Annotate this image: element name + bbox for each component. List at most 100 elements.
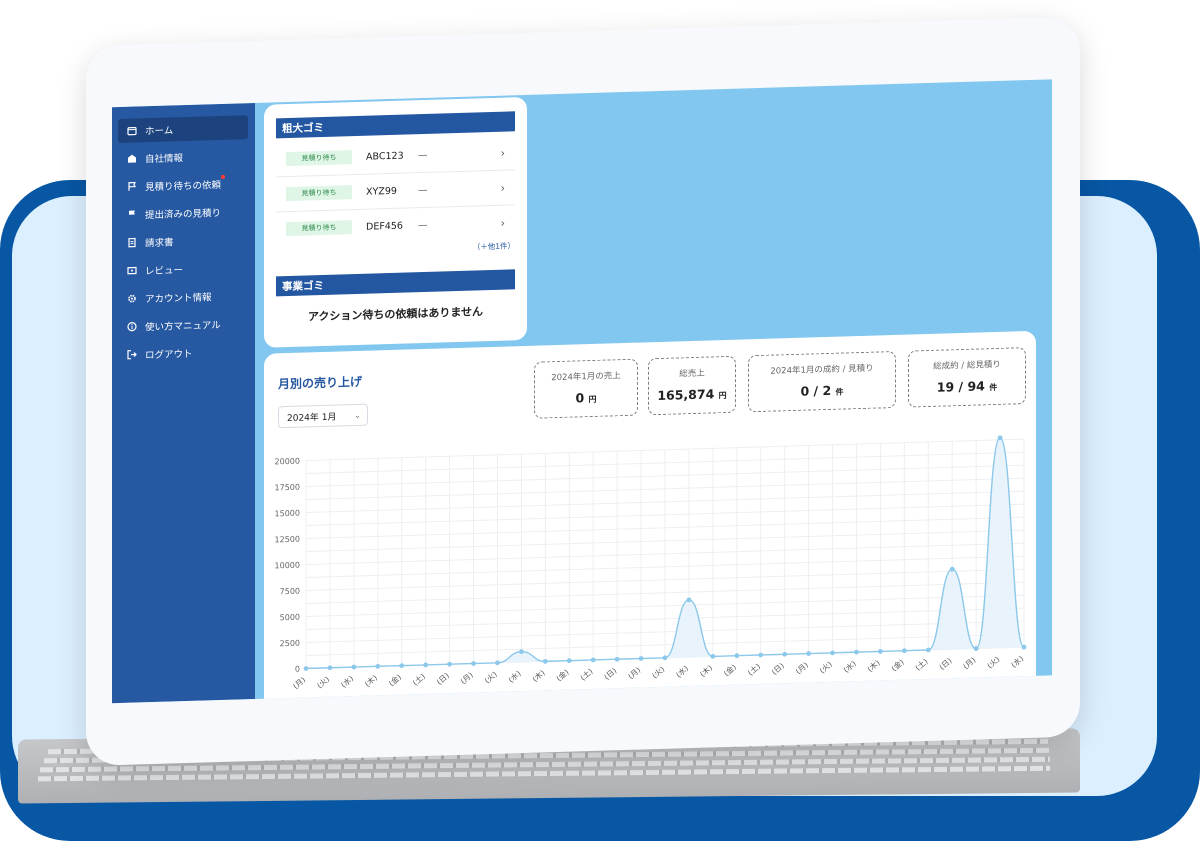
stat-unit: 件 xyxy=(835,387,844,397)
data-point xyxy=(782,651,788,657)
x-tick-label: (日) xyxy=(770,661,786,677)
sidebar-item-submitted-quotes[interactable]: 提出済みの見積り xyxy=(118,199,248,227)
chevron-right-icon: › xyxy=(500,146,505,160)
stat-label: 2024年1月の売上 xyxy=(551,371,621,384)
sidebar-item-label: アカウント情報 xyxy=(145,292,212,306)
sales-chart: 20000175001500012500100007500500025000(月… xyxy=(275,435,1027,691)
sidebar-item-manual[interactable]: 使い方マニュアル xyxy=(118,311,248,339)
stat-value: 19 / 94 xyxy=(936,378,985,395)
stat-value-wrap: 165,874 円 xyxy=(649,386,735,404)
data-point xyxy=(566,658,572,664)
y-tick-label: 0 xyxy=(295,665,300,674)
sidebar: ホーム 自社情報 見積り待ちの依頼 提出済みの見積り 請求書 レビュー アカウン… xyxy=(112,102,255,704)
data-point xyxy=(901,648,907,654)
request-id: XYZ99 xyxy=(366,185,397,198)
chevron-right-icon: › xyxy=(500,181,505,195)
sidebar-item-company-info[interactable]: 自社情報 xyxy=(118,143,248,171)
sales-title: 月別の売り上げ xyxy=(278,374,363,392)
sidebar-item-label: レビュー xyxy=(145,265,184,278)
request-id: ABC123 xyxy=(366,150,404,163)
section-header-sodai-gomi: 粗大ゴミ xyxy=(276,111,515,139)
request-row[interactable]: 見積り待ち DEF456 — › xyxy=(276,205,515,246)
data-point xyxy=(734,653,740,659)
building-icon xyxy=(126,153,137,164)
data-point xyxy=(495,660,500,666)
sidebar-item-label: 自社情報 xyxy=(145,153,184,166)
stat-value: 165,874 xyxy=(657,386,715,404)
sidebar-item-label: 使い方マニュアル xyxy=(145,320,221,334)
flag-icon xyxy=(126,209,137,220)
data-point xyxy=(399,663,405,669)
x-tick-label: (日) xyxy=(937,656,953,672)
garbage-requests-card: 粗大ゴミ 見積り待ち ABC123 — › 見積り待ち XYZ99 — › 見積… xyxy=(264,96,527,348)
empty-message: アクション待ちの依頼はありません xyxy=(307,305,484,324)
stat-value-wrap: 0 円 xyxy=(535,389,637,407)
y-tick-label: 20000 xyxy=(275,457,300,467)
sidebar-item-label: ログアウト xyxy=(145,348,193,362)
x-tick-label: (金) xyxy=(721,662,738,678)
y-tick-label: 12500 xyxy=(275,535,300,545)
more-requests-link[interactable]: （＋他1件） xyxy=(473,240,515,252)
x-tick-label: (日) xyxy=(602,666,618,682)
data-point xyxy=(447,661,453,667)
stat-total-sales: 総売上 165,874 円 xyxy=(648,355,736,416)
data-point xyxy=(710,653,716,659)
stat-label: 2024年1月の成約 / 見積り xyxy=(770,363,874,377)
stat-month-contracts: 2024年1月の成約 / 見積り 0 / 2 件 xyxy=(748,350,896,413)
sidebar-item-reviews[interactable]: レビュー xyxy=(118,255,248,283)
data-point xyxy=(542,658,548,664)
x-tick-label: (金) xyxy=(554,667,571,683)
request-detail: — xyxy=(418,149,428,161)
month-select-value: 2024年 1月 xyxy=(287,412,337,424)
y-tick-label: 10000 xyxy=(275,561,300,571)
x-tick-label: (金) xyxy=(889,657,906,673)
section-header-jigyo-gomi: 事業ゴミ xyxy=(276,269,515,297)
request-detail: — xyxy=(418,184,428,196)
data-point xyxy=(471,661,476,666)
data-point xyxy=(806,651,811,656)
stat-value-wrap: 0 / 2 件 xyxy=(749,381,895,400)
x-tick-label: (月) xyxy=(961,655,977,671)
review-icon xyxy=(126,265,137,276)
x-tick-label: (水) xyxy=(338,673,355,689)
x-tick-label: (水) xyxy=(506,668,523,684)
stat-month-sales: 2024年1月の売上 0 円 xyxy=(534,358,638,419)
app-screen: ホーム 自社情報 見積り待ちの依頼 提出済みの見積り 請求書 レビュー アカウン… xyxy=(112,79,1052,704)
data-point xyxy=(973,646,979,651)
data-point xyxy=(327,665,333,671)
data-point xyxy=(423,662,429,668)
month-select[interactable]: 2024年 1月 ⌄ xyxy=(278,403,368,429)
x-tick-label: (木) xyxy=(865,657,882,673)
x-tick-label: (木) xyxy=(530,667,547,683)
notification-dot xyxy=(221,174,225,179)
stat-total-contracts: 総成約 / 総見積り 19 / 94 件 xyxy=(908,347,1026,408)
data-point xyxy=(662,655,668,661)
sidebar-item-home[interactable]: ホーム xyxy=(118,115,248,144)
x-tick-label: (火) xyxy=(818,660,834,676)
sidebar-item-pending-requests[interactable]: 見積り待ちの依頼 xyxy=(118,171,248,199)
data-point xyxy=(590,657,596,663)
status-badge: 見積り待ち xyxy=(286,220,352,237)
x-tick-label: (土) xyxy=(410,671,427,687)
sidebar-item-invoices[interactable]: 請求書 xyxy=(118,227,248,255)
y-tick-label: 17500 xyxy=(275,483,300,493)
x-tick-label: (火) xyxy=(483,670,499,686)
x-tick-label: (土) xyxy=(745,661,762,677)
data-point xyxy=(375,663,381,669)
stat-value: 0 / 2 xyxy=(800,382,832,399)
status-badge: 見積り待ち xyxy=(286,150,352,167)
x-tick-label: (金) xyxy=(386,672,403,688)
x-tick-label: (水) xyxy=(1009,653,1026,669)
sidebar-item-account[interactable]: アカウント情報 xyxy=(118,283,248,311)
x-tick-label: (水) xyxy=(841,658,858,674)
x-tick-label: (日) xyxy=(435,671,451,687)
x-tick-label: (火) xyxy=(650,665,666,681)
sidebar-item-logout[interactable]: ログアウト xyxy=(118,339,248,367)
document-icon xyxy=(126,237,137,248)
request-id: DEF456 xyxy=(366,220,403,233)
logout-icon xyxy=(126,349,137,360)
y-tick-label: 2500 xyxy=(280,639,300,649)
data-point xyxy=(878,649,883,654)
data-point xyxy=(303,666,309,671)
y-tick-label: 5000 xyxy=(280,613,300,623)
